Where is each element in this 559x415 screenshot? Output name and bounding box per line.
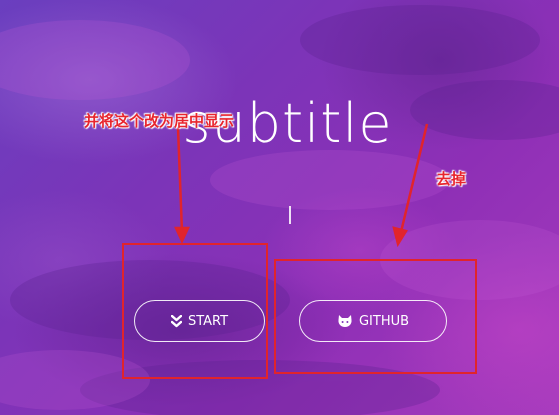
annotation-box-github	[274, 259, 477, 374]
annotation-remove-note: 去掉	[436, 170, 467, 188]
hero-section: subtitle START GITHUB 并将这个改为居中显示 去掉	[0, 0, 559, 415]
annotation-center-note: 并将这个改为居中显示	[84, 112, 235, 130]
text-cursor	[289, 206, 291, 224]
annotation-box-start	[122, 243, 268, 379]
